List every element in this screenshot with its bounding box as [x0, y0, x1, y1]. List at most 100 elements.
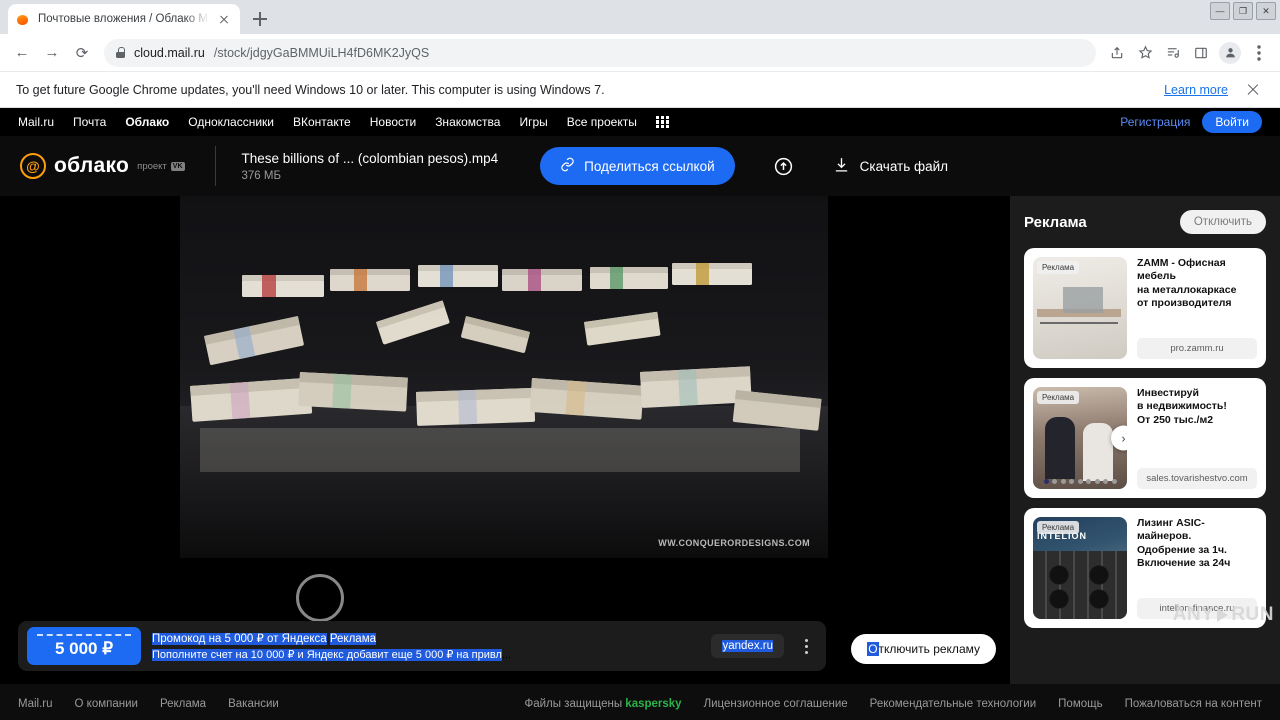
upload-cloud-icon[interactable]	[767, 149, 801, 183]
login-button[interactable]: Войти	[1202, 111, 1262, 133]
tab-title: Почтовые вложения / Облако Mail.ru	[38, 13, 209, 25]
footer-link-advertising[interactable]: Реклама	[160, 698, 206, 710]
ad-domain[interactable]: intelion-finance.ru	[1137, 598, 1257, 619]
nav-item-vse-proekty[interactable]: Все проекты	[567, 115, 637, 129]
profile-avatar-icon[interactable]	[1219, 41, 1241, 64]
kebab-menu-icon[interactable]	[795, 631, 817, 661]
nav-item-igry[interactable]: Игры	[519, 115, 547, 129]
office-furniture-photo: Реклама	[1033, 257, 1127, 359]
vk-badge-icon: VK	[170, 161, 185, 171]
nav-item-znakomstva[interactable]: Знакомства	[435, 115, 500, 129]
minimize-button[interactable]: —	[1210, 2, 1230, 20]
chrome-tab-strip: Почтовые вложения / Облако Mail.ru — ❐ ✕	[0, 0, 1280, 34]
banner-ad-description: Пополните счет на 10 000 ₽ и Яндекс доба…	[152, 649, 502, 661]
carousel-dots[interactable]	[1033, 479, 1127, 484]
nav-item-oblako[interactable]: Облако	[125, 115, 169, 129]
address-bar[interactable]: cloud.mail.ru/stock/jdgyGaBMMUiLH4fD6MK2…	[104, 38, 1096, 67]
nav-item-odnoklassniki[interactable]: Одноклассники	[188, 115, 274, 129]
link-icon	[560, 157, 575, 175]
ad-domain[interactable]: pro.zamm.ru	[1137, 338, 1257, 359]
video-stage[interactable]: WW.CONQUERORDESIGNS.COM	[180, 196, 828, 558]
cloud-logo[interactable]: @ облако проект VK	[20, 153, 185, 179]
reading-list-icon[interactable]	[1160, 40, 1186, 66]
footer-link-recommendations[interactable]: Рекомендательные технологии	[870, 698, 1037, 710]
banner-ad-description-row: Пополните счет на 10 000 ₽ и Яндекс доба…	[152, 648, 700, 661]
chrome-update-infobar: To get future Google Chrome updates, you…	[0, 72, 1280, 108]
ad-title: Инвестируй в недвижимость! От 250 тыс./м…	[1137, 387, 1227, 426]
nav-item-novosti[interactable]: Новости	[370, 115, 416, 129]
chrome-menu-icon[interactable]	[1246, 40, 1272, 66]
kaspersky-brand: kaspersky	[625, 698, 682, 710]
download-file-button[interactable]: Скачать файл	[833, 156, 948, 176]
download-label: Скачать файл	[859, 158, 949, 174]
register-link[interactable]: Регистрация	[1120, 115, 1190, 129]
ad-label: Реклама	[1037, 391, 1080, 404]
chrome-toolbar: ← → ⟳ cloud.mail.ru/stock/jdgyGaBMMUiLH4…	[0, 34, 1280, 72]
banner-ad-domain-button[interactable]: yandex.ru	[711, 634, 784, 658]
infobar-close-icon[interactable]	[1242, 79, 1264, 101]
protected-prefix: Файлы защищены	[524, 698, 623, 710]
footer-link-about[interactable]: О компании	[75, 698, 138, 710]
chevron-right-icon[interactable]: ›	[1111, 425, 1127, 451]
asic-miner-photo: INTELION Реклама	[1033, 517, 1127, 619]
disable-ads-first-char: О	[867, 642, 879, 656]
page-footer: Mail.ru О компании Реклама Вакансии Файл…	[0, 684, 1280, 720]
ad-card[interactable]: INTELION Реклама Лизинг ASIC- майнеров. …	[1024, 508, 1266, 628]
ad-card[interactable]: Реклама › Инвестируй в недвижимость! От …	[1024, 378, 1266, 498]
nav-right-group: Регистрация Войти	[1120, 111, 1262, 133]
footer-link-mailru[interactable]: Mail.ru	[18, 698, 53, 710]
window-controls: — ❐ ✕	[1210, 2, 1276, 20]
nav-item-mailru[interactable]: Mail.ru	[18, 115, 54, 129]
disable-ads-label: тключить рекламу	[878, 642, 980, 656]
cloud-logo-text: облако	[54, 154, 130, 177]
ad-title: Лизинг ASIC- майнеров. Одобрение за 1ч. …	[1137, 517, 1231, 570]
maximize-button[interactable]: ❐	[1233, 2, 1253, 20]
banner-amount: 5 000 ₽	[54, 639, 114, 658]
share-link-button[interactable]: Поделиться ссылкой	[540, 147, 735, 185]
ad-sidebar-title: Реклама	[1024, 213, 1087, 231]
ad-title: ZAMM - Офисная мебель на металлокаркасе …	[1137, 257, 1237, 310]
video-viewer[interactable]: WW.CONQUERORDESIGNS.COM 5 000 ₽ Промокод…	[0, 196, 1010, 684]
new-tab-button[interactable]	[246, 5, 274, 33]
file-size: 376 МБ	[241, 169, 282, 182]
reload-button[interactable]: ⟳	[68, 39, 96, 67]
footer-link-help[interactable]: Помощь	[1058, 698, 1102, 710]
ad-domain[interactable]: sales.tovarishestvo.com	[1137, 468, 1257, 489]
ad-sidebar-disable-button[interactable]: Отключить	[1179, 210, 1266, 234]
footer-link-report[interactable]: Пожаловаться на контент	[1125, 698, 1262, 710]
browser-tab[interactable]: Почтовые вложения / Облако Mail.ru	[8, 4, 240, 34]
back-button[interactable]: ←	[8, 39, 36, 67]
ad-card-body: Лизинг ASIC- майнеров. Одобрение за 1ч. …	[1137, 517, 1257, 619]
download-icon	[833, 156, 850, 176]
nav-item-vkontakte[interactable]: ВКонтакте	[293, 115, 351, 129]
video-watermark: WW.CONQUERORDESIGNS.COM	[658, 538, 810, 548]
share-link-label: Поделиться ссылкой	[584, 158, 715, 174]
forward-button[interactable]: →	[38, 39, 66, 67]
banner-ad[interactable]: 5 000 ₽ Промокод на 5 000 ₽ от Яндекса Р…	[18, 621, 826, 671]
header-divider	[214, 146, 216, 186]
url-path: /stock/jdgyGaBMMUiLH4fD6MK2JyQS	[213, 45, 430, 60]
share-icon[interactable]	[1104, 40, 1130, 66]
footer-link-license[interactable]: Лицензионное соглашение	[704, 698, 848, 710]
close-window-button[interactable]: ✕	[1256, 2, 1276, 20]
banner-ad-title: Промокод на 5 000 ₽ от Яндекса	[152, 633, 327, 645]
footer-link-jobs[interactable]: Вакансии	[228, 698, 279, 710]
disable-ads-button[interactable]: Отключить рекламу	[851, 634, 996, 664]
banner-ad-ellipsis: ...	[501, 649, 512, 661]
nav-item-pochta[interactable]: Почта	[73, 115, 106, 129]
banner-ad-thumbnail: 5 000 ₽	[27, 627, 141, 665]
learn-more-link[interactable]: Learn more	[1164, 83, 1228, 97]
sidebar-icon[interactable]	[1188, 40, 1214, 66]
video-frame-image	[180, 196, 828, 558]
ad-card[interactable]: Реклама ZAMM - Офисная мебель на металло…	[1024, 248, 1266, 368]
apps-grid-icon[interactable]	[655, 115, 669, 129]
cloud-mailru-favicon-icon	[16, 12, 31, 27]
files-protected-label: Файлы защищены kaspersky	[524, 698, 681, 710]
banner-dashed-line	[37, 634, 131, 636]
bookmark-star-icon[interactable]	[1132, 40, 1158, 66]
file-name: These billions of ... (colombian pesos).…	[241, 150, 499, 166]
tab-close-icon[interactable]	[216, 11, 232, 27]
play-ring-icon[interactable]	[296, 574, 344, 622]
infobar-message: To get future Google Chrome updates, you…	[16, 82, 605, 97]
banner-ad-text: Промокод на 5 000 ₽ от Яндекса Реклама П…	[152, 631, 700, 661]
